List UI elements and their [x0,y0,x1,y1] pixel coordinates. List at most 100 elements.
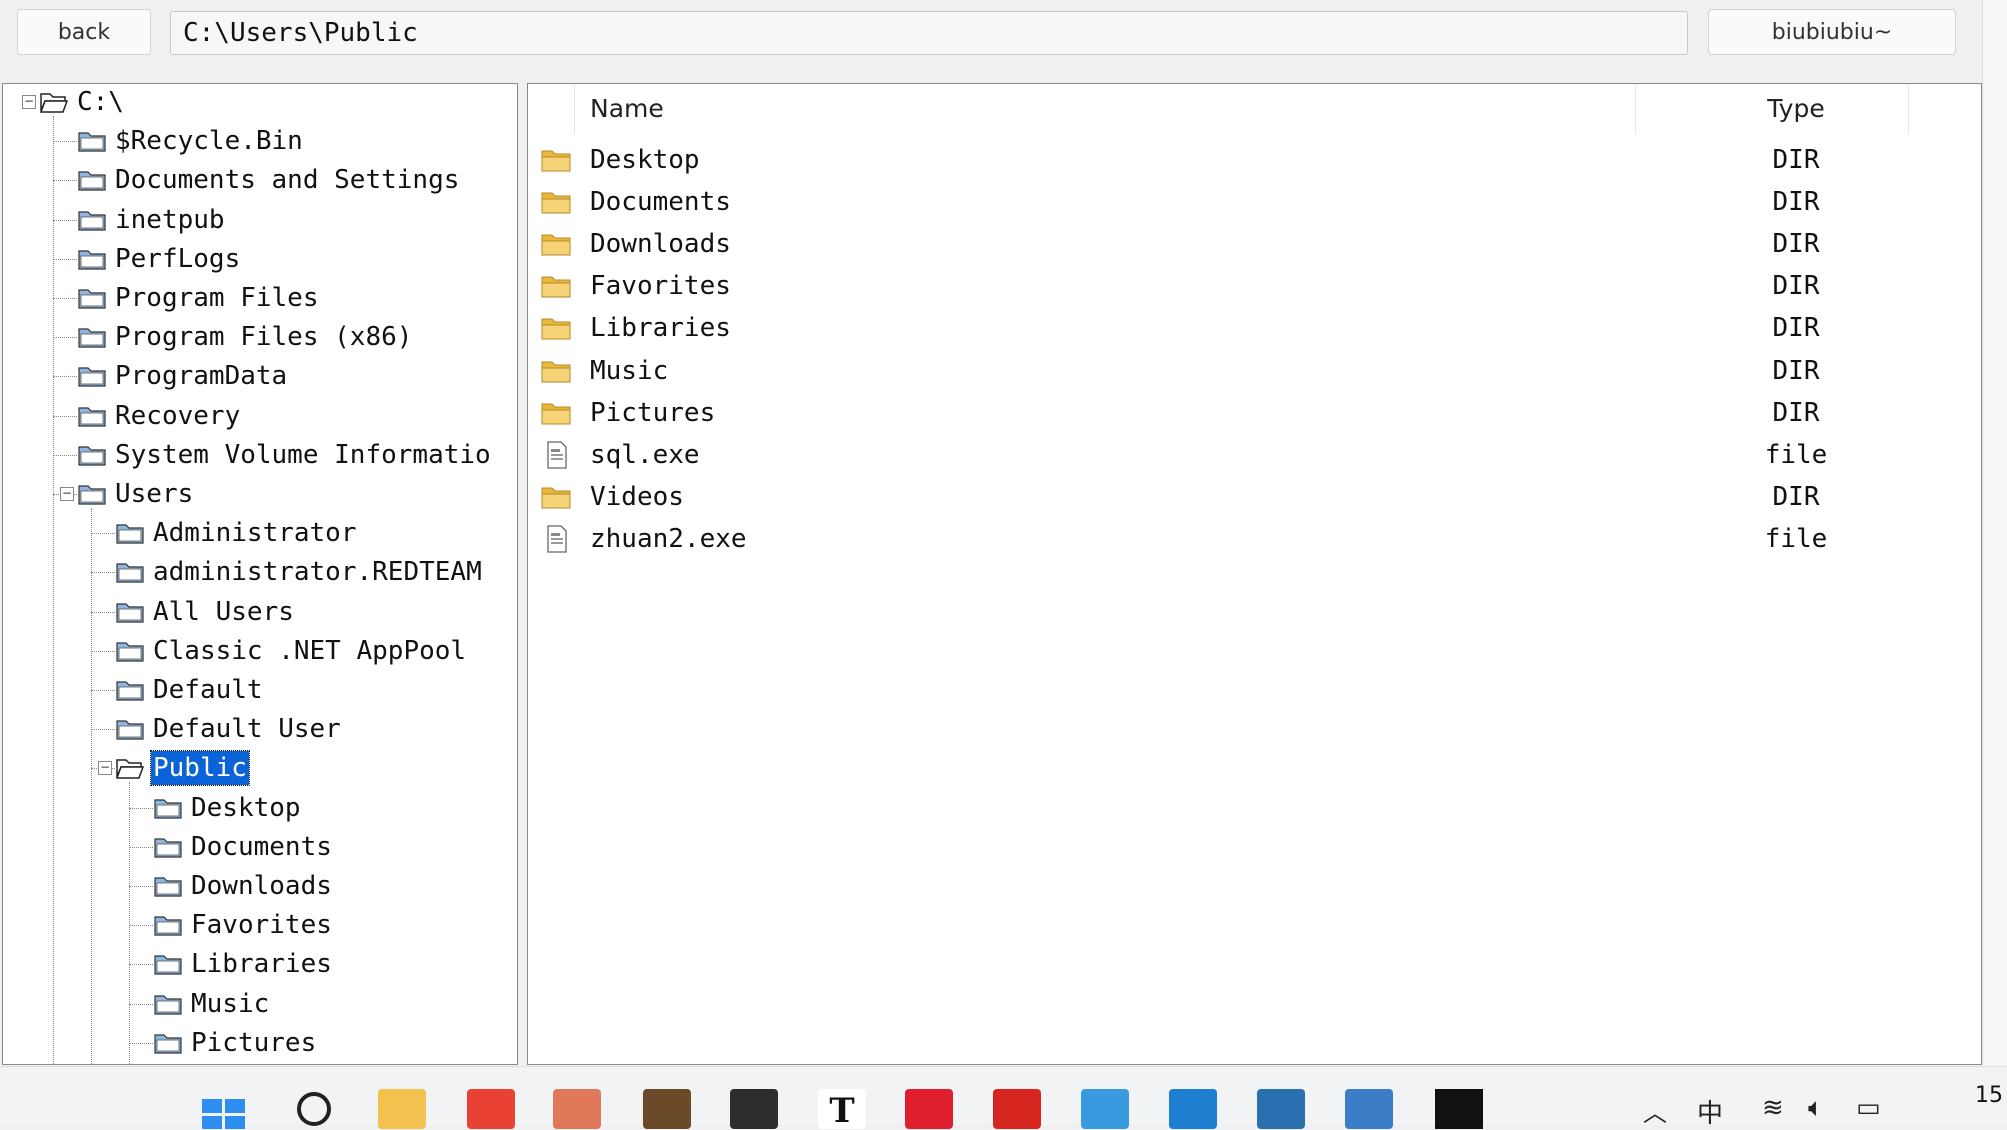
folder-icon [115,677,145,703]
windows-start-icon[interactable] [200,1089,248,1129]
tree-connector [129,886,155,887]
tree-item-label: Program Files [115,283,319,313]
show-hidden-icons-icon[interactable]: ︿ [1643,1093,1667,1128]
tree-item[interactable]: ProgramData [77,356,289,396]
tree-item[interactable]: Music [153,984,271,1024]
folder-icon [153,834,183,860]
tree-item-label: Default User [153,714,341,745]
tree-guide-line [53,116,54,1064]
collapse-toggle-icon[interactable]: − [22,95,36,109]
tree-connector [91,650,117,652]
file-row[interactable]: Videos DIR [528,476,1981,518]
tree-item[interactable]: Program Files (x86) [77,317,414,357]
tree-item-label: administrator.REDTEAM [153,557,482,588]
tree-item[interactable]: Documents and Settings [77,160,461,200]
folder-icon [540,187,572,217]
typora-icon[interactable]: T [818,1089,866,1129]
column-header-name[interactable]: Name [590,94,664,123]
terminal-icon[interactable] [730,1089,778,1129]
file-name: Desktop [590,145,700,175]
tree-item[interactable]: Libraries [153,944,334,984]
tree-item[interactable]: System Volume Informatio [77,435,493,475]
battery-icon[interactable]: ▭ [1856,1093,1881,1123]
clock[interactable]: 15 [1975,1083,2003,1108]
tree-item-label: ProgramData [115,361,288,392]
app-colorful-icon[interactable] [553,1089,601,1129]
tree-item[interactable]: inetpub [77,200,227,240]
tree-item[interactable]: Users [77,474,195,514]
toolbar: back biubiubiu~ [0,0,1980,70]
file-row[interactable]: sql.exe file [528,434,1981,476]
file-row[interactable]: Documents DIR [528,181,1981,223]
folder-icon [115,599,145,625]
wifi-icon[interactable]: ≋ [1762,1093,1784,1123]
tree-item[interactable]: Documents [153,827,334,867]
network-lock-icon[interactable] [1257,1089,1305,1129]
folder-tree: C:\ − $Recycle.Bin Documents and Settings in… [2,83,518,1065]
tree-item[interactable]: Classic .NET AppPool [115,631,468,671]
file-row[interactable]: Pictures DIR [528,392,1981,434]
file-row[interactable]: Music DIR [528,350,1981,392]
file-row[interactable]: Libraries DIR [528,307,1981,349]
collapse-toggle-icon[interactable]: − [98,761,112,776]
file-row[interactable]: Desktop DIR [528,139,1981,181]
tree-item[interactable]: Desktop [153,788,303,828]
app-red-icon[interactable] [993,1089,1041,1129]
folder-icon [77,128,107,154]
tree-item[interactable]: Favorites [153,905,334,945]
tree-item[interactable]: Default User [115,709,343,749]
black-app-icon[interactable] [1435,1089,1483,1129]
tree-item[interactable]: Downloads [153,866,334,906]
tree-item[interactable]: $Recycle.Bin [77,121,305,161]
tree-item[interactable]: Recovery [77,396,242,436]
tree-item[interactable]: PerfLogs [77,239,242,279]
tree-item[interactable]: All Users [115,592,296,632]
column-header-type[interactable]: Type [1736,94,1856,123]
file-name: Libraries [590,313,731,344]
ime-indicator[interactable]: 中 [1697,1093,1723,1130]
volume-icon[interactable]: 🔈︎ [1808,1093,1824,1124]
vmware-icon[interactable] [1169,1089,1217,1129]
tree-item-label: Program Files (x86) [115,322,413,353]
netease-music-icon[interactable] [905,1089,953,1129]
folder-icon [77,363,107,389]
tree-item[interactable]: Default [115,670,265,710]
tree-item-label: PerfLogs [115,243,241,274]
app-blue-icon[interactable] [1081,1089,1129,1129]
search-icon[interactable] [290,1089,338,1129]
chrome-icon[interactable] [467,1089,515,1129]
file-explorer-icon[interactable] [378,1089,426,1129]
biubiubiu-button[interactable]: biubiubiu~ [1708,9,1956,55]
tree-item-label: Documents [191,831,332,862]
tree-item-label: C:\ [77,87,124,117]
file-row[interactable]: Downloads DIR [528,223,1981,265]
tree-item-label: Favorites [191,910,332,941]
back-button[interactable]: back [17,9,151,55]
tree-item[interactable]: Pictures [153,1023,318,1063]
tree-connector [129,807,155,809]
tree-connector [53,219,79,221]
folder-icon [77,442,107,468]
game-icon[interactable] [643,1089,691,1129]
tree-item[interactable]: Program Files [77,278,321,318]
folder-icon [540,271,572,301]
file-name: Favorites [590,271,731,302]
file-type: DIR [1772,229,1820,260]
file-name: sql.exe [590,439,700,470]
collapse-toggle-icon[interactable]: − [60,487,74,501]
path-input[interactable] [170,11,1688,55]
remote-desktop-icon[interactable] [1345,1089,1393,1129]
folder-icon [540,229,572,259]
file-row[interactable]: Favorites DIR [528,265,1981,307]
tree-item-label: Users [115,479,194,509]
file-row[interactable]: zhuan2.exe file [528,518,1981,560]
file-type: file [1764,523,1828,554]
taskbar: T ︿ 中 ≋ 🔈︎ ▭ 15 [0,1066,2007,1129]
tree-item[interactable]: administrator.REDTEAM [115,552,484,592]
tree-item-label: Public [150,750,250,787]
folder-icon [115,559,145,585]
tree-connector [91,572,117,574]
tree-item[interactable]: Public [115,748,250,788]
tree-item[interactable]: Administrator [115,513,359,553]
tree-connector [129,1042,155,1044]
